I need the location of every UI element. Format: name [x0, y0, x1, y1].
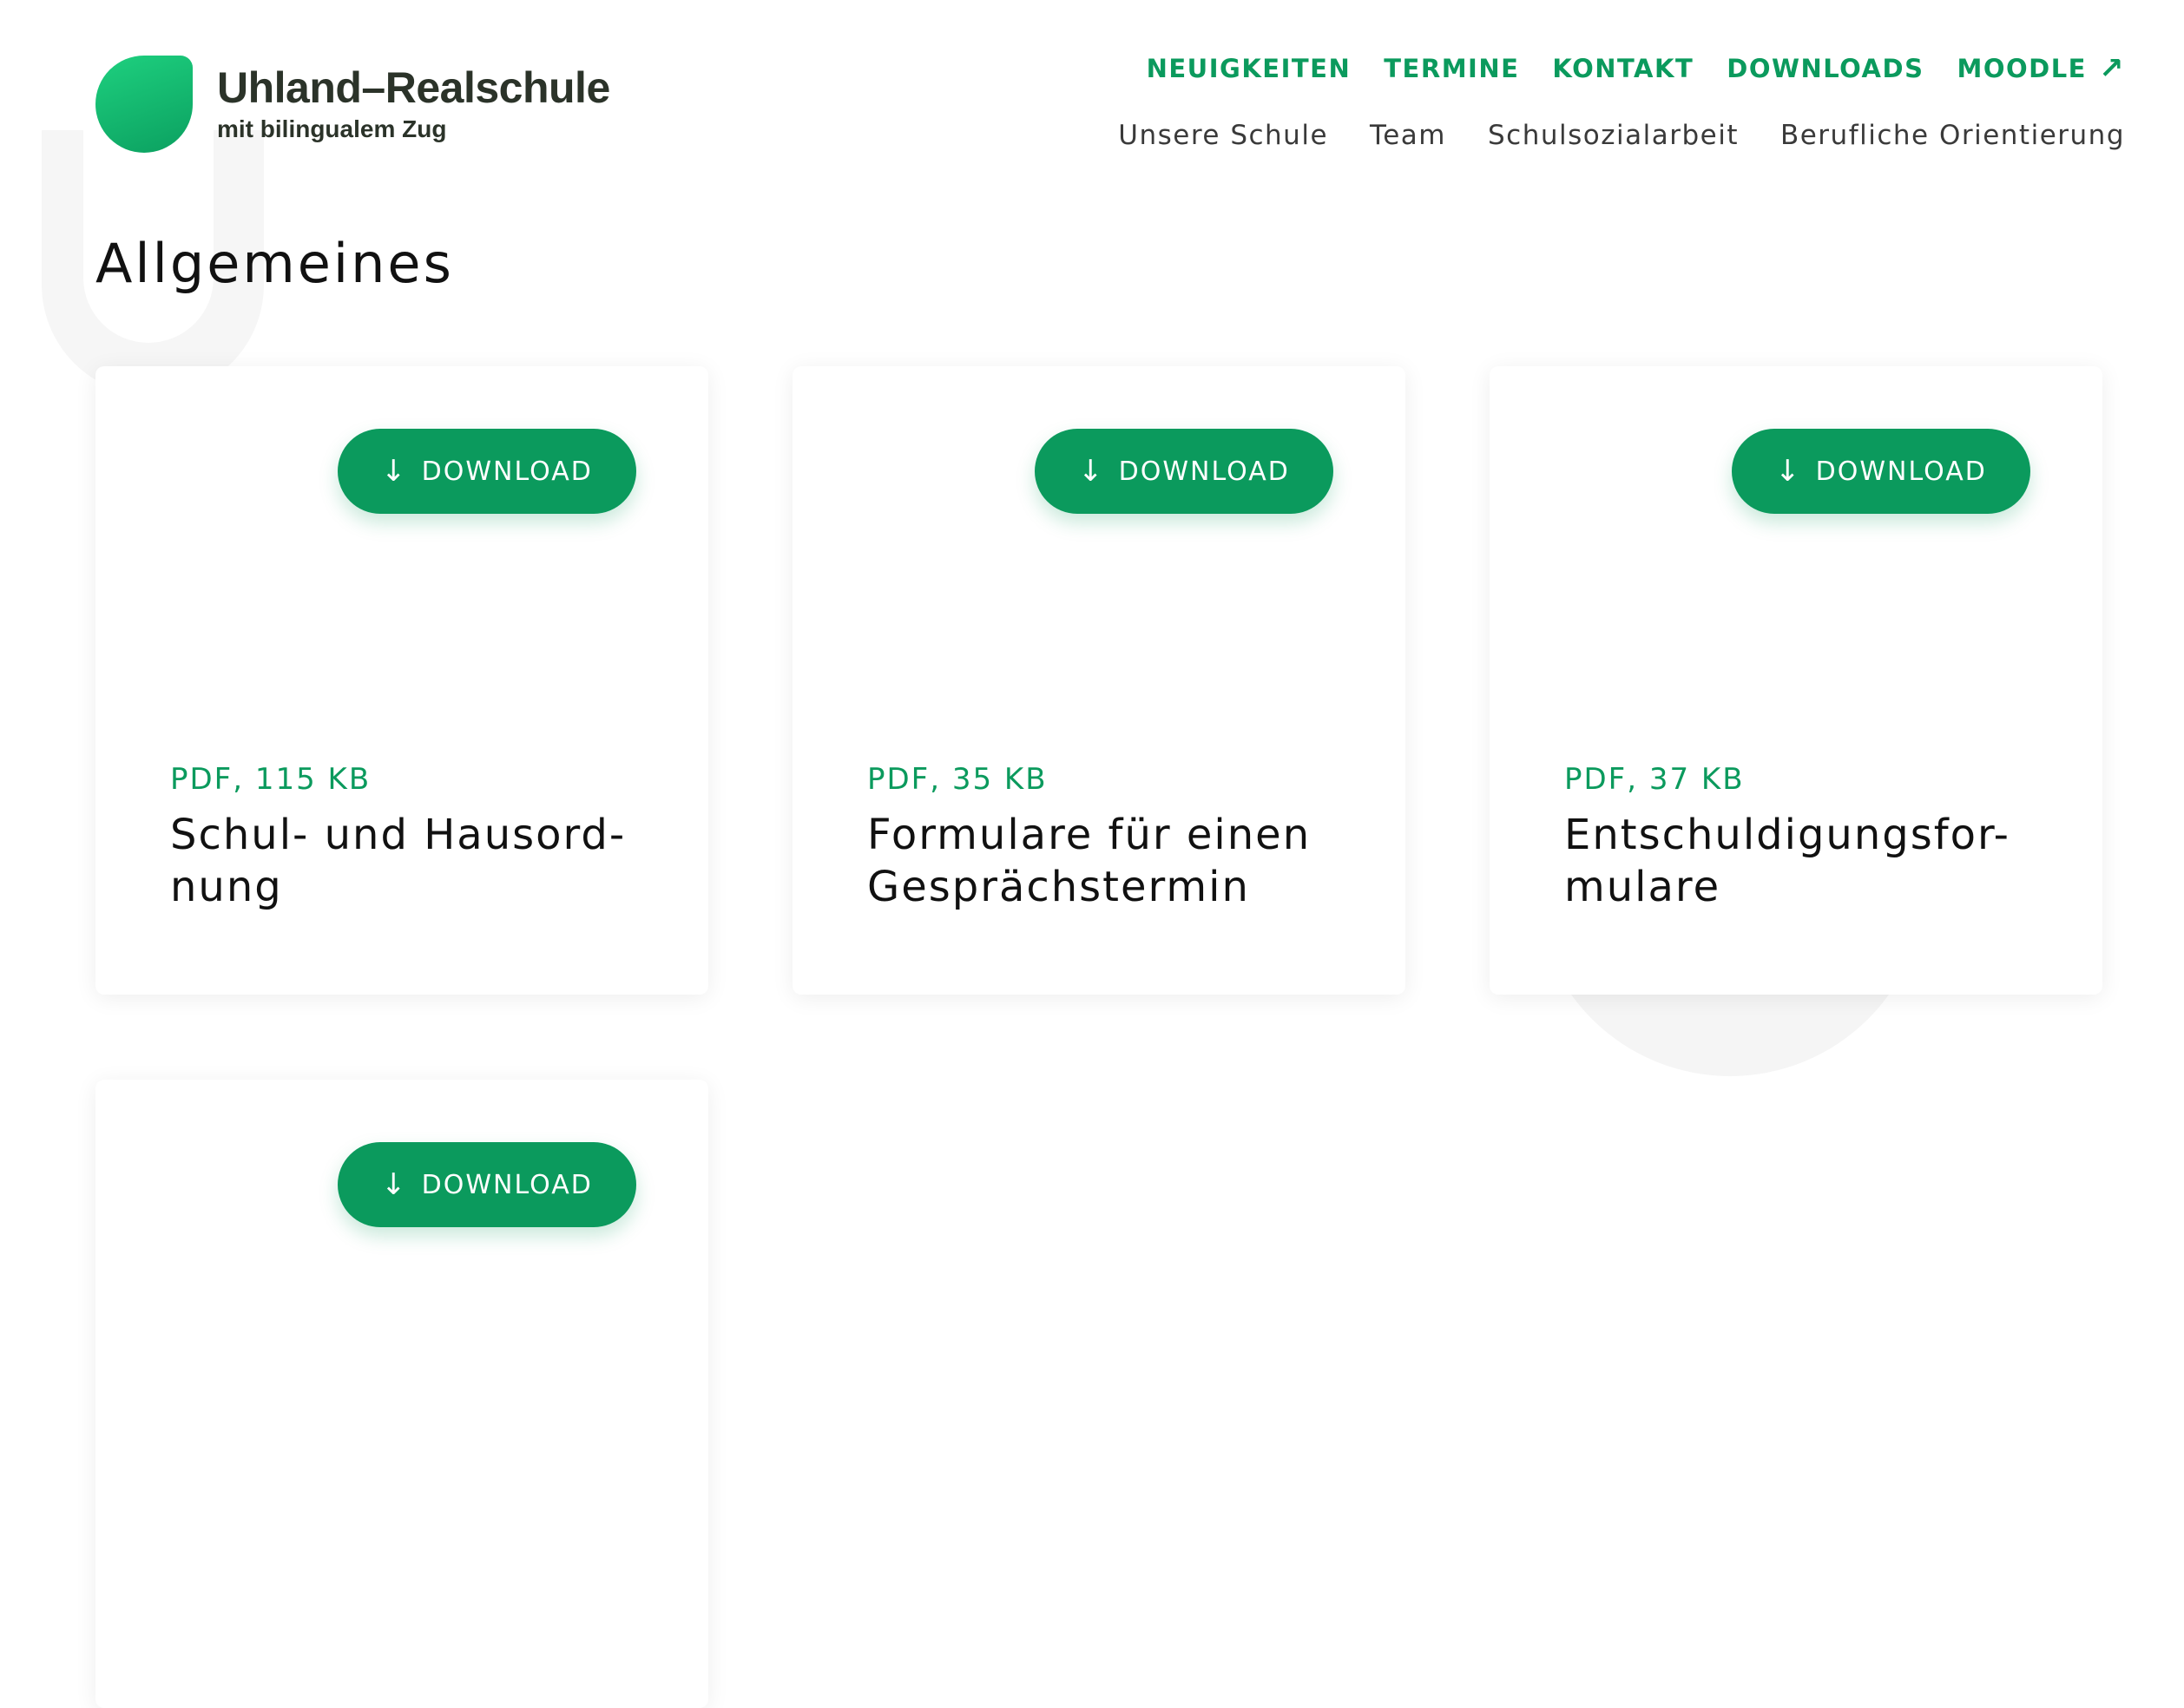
- logo-title: Uhland–Realschule: [217, 63, 610, 112]
- site-logo-link[interactable]: Uhland–Realschule mit bilingualem Zug: [95, 56, 610, 153]
- external-link-arrow-icon: ↗: [2099, 51, 2125, 86]
- nav-link-termine[interactable]: TERMINE: [1384, 54, 1519, 83]
- file-title: Schul- und Hausord- nung: [170, 811, 627, 911]
- download-button-label: DOWNLOAD: [1118, 456, 1290, 487]
- file-title: Entschuldigungsfor- mulare: [1564, 811, 2010, 911]
- logo-leaf-icon: [95, 56, 193, 153]
- page-title: Allgemeines: [95, 232, 454, 295]
- logo-text: Uhland–Realschule mit bilingualem Zug: [217, 63, 610, 145]
- nav-link-moodle[interactable]: MOODLE ↗: [1957, 54, 2125, 83]
- download-card: ↓ DOWNLOAD: [95, 1080, 708, 1708]
- nav-link-schulsozialarbeit[interactable]: Schulsozialarbeit: [1488, 120, 1739, 151]
- arrow-down-icon: ↓: [1078, 454, 1103, 489]
- nav-link-team[interactable]: Team: [1370, 120, 1446, 151]
- arrow-down-icon: ↓: [1775, 454, 1800, 489]
- nav-link-moodle-label: MOODLE: [1957, 54, 2087, 83]
- file-title: Formulare für einen Gesprächstermin: [867, 811, 1312, 911]
- download-button[interactable]: ↓ DOWNLOAD: [338, 1142, 636, 1227]
- logo-subtitle: mit bilingualem Zug: [217, 115, 447, 142]
- primary-nav: NEUIGKEITEN TERMINE KONTAKT DOWNLOADS MO…: [1147, 54, 2125, 83]
- nav-link-downloads[interactable]: DOWNLOADS: [1727, 54, 1924, 83]
- arrow-down-icon: ↓: [381, 454, 406, 489]
- download-button[interactable]: ↓ DOWNLOAD: [1732, 429, 2030, 514]
- file-meta: PDF, 115 KB: [170, 762, 372, 797]
- download-card: ↓ DOWNLOAD PDF, 35 KB Formulare für eine…: [793, 366, 1405, 995]
- nav-link-berufliche-orientierung[interactable]: Berufliche Orientierung: [1780, 120, 2125, 151]
- file-meta: PDF, 35 KB: [867, 762, 1048, 797]
- nav-link-neuigkeiten[interactable]: NEUIGKEITEN: [1147, 54, 1352, 83]
- download-button-label: DOWNLOAD: [421, 1169, 593, 1200]
- download-button-label: DOWNLOAD: [421, 456, 593, 487]
- nav-link-kontakt[interactable]: KONTAKT: [1552, 54, 1694, 83]
- download-button-label: DOWNLOAD: [1815, 456, 1987, 487]
- arrow-down-icon: ↓: [381, 1167, 406, 1202]
- nav-link-unsere-schule[interactable]: Unsere Schule: [1118, 120, 1328, 151]
- download-card: ↓ DOWNLOAD PDF, 37 KB Entschuldigungsfor…: [1490, 366, 2102, 995]
- download-card: ↓ DOWNLOAD PDF, 115 KB Schul- und Hausor…: [95, 366, 708, 995]
- download-button[interactable]: ↓ DOWNLOAD: [338, 429, 636, 514]
- secondary-nav: Unsere Schule Team Schulsozialarbeit Ber…: [1118, 120, 2125, 151]
- file-meta: PDF, 37 KB: [1564, 762, 1745, 797]
- download-button[interactable]: ↓ DOWNLOAD: [1035, 429, 1333, 514]
